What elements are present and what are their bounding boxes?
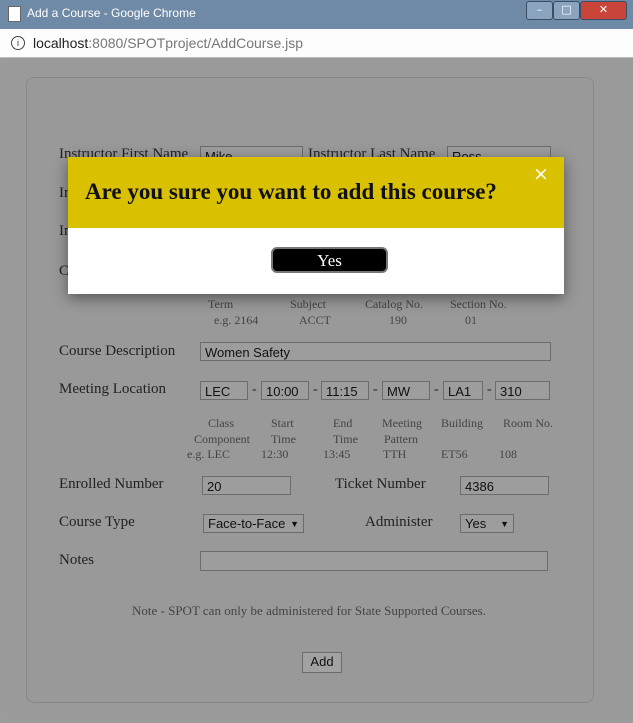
confirm-dialog: Are you sure you want to add this course… [68,157,564,294]
catalog-hint: Catalog No. [365,297,423,311]
pattern-example: TTH [383,447,407,461]
dropdown-arrow-icon: ▼ [500,519,509,529]
subject-hint: Subject [290,297,326,311]
administer-value: Yes [465,516,487,531]
close-icon[interactable]: × [533,163,549,185]
meeting-location-label: Meeting Location [59,381,167,397]
separator-dash: - [373,382,378,397]
info-icon[interactable]: i [11,36,25,50]
ticket-number-label: Ticket Number [335,476,426,492]
course-type-select[interactable]: Face-to-Face ▼ [203,514,304,533]
url-host: localhost [33,35,89,51]
end-example: 13:45 [323,447,351,461]
room-hint: Room No. [503,416,554,430]
url-text[interactable]: localhost:8080/SPOTproject/AddCourse.jsp [33,35,303,51]
class-hint: Class [208,416,235,430]
building-example: ET56 [441,447,468,461]
dialog-header: Are you sure you want to add this course… [68,157,564,228]
maximize-button[interactable]: □ [553,1,580,20]
notes-label: Notes [59,552,94,568]
term-example: e.g. 2164 [214,313,259,327]
meeting-hint: Meeting [382,416,422,430]
enrolled-number-input[interactable]: 20 [202,476,291,495]
separator-dash: - [487,382,492,397]
building-input[interactable]: LA1 [443,381,483,400]
separator-dash: - [313,382,318,397]
url-path: :8080/SPOTproject/AddCourse.jsp [88,35,304,51]
catalog-example: 190 [389,313,407,327]
notes-input[interactable] [200,551,548,571]
close-window-button[interactable]: ✕ [580,1,627,20]
component-input[interactable]: LEC [200,381,248,400]
start-example: 12:30 [261,447,289,461]
course-type-label: Course Type [59,514,135,530]
minimize-button[interactable]: – [526,1,553,20]
course-description-input[interactable]: Women Safety [200,342,551,361]
course-description-label: Course Description [59,343,176,359]
end-hint: End [333,416,353,430]
room-input[interactable]: 310 [495,381,550,400]
state-supported-note: Note - SPOT can only be administered for… [132,603,486,618]
separator-dash: - [434,382,439,397]
subject-example: ACCT [299,313,332,327]
dropdown-arrow-icon: ▼ [290,519,299,529]
ticket-number-input[interactable]: 4386 [460,476,549,495]
start-hint: Start [271,416,294,430]
component-example: e.g. LEC [187,447,230,461]
separator-dash: - [252,382,257,397]
building-hint: Building [441,416,484,430]
page-icon [8,6,21,22]
enrolled-number-label: Enrolled Number [59,476,164,492]
end-time-hint: Time [333,432,358,446]
end-time-input[interactable]: 11:15 [321,381,369,400]
section-hint: Section No. [450,297,507,311]
dialog-title: Are you sure you want to add this course… [85,179,497,204]
yes-button[interactable]: Yes [271,247,388,273]
term-hint: Term [208,297,234,311]
room-example: 108 [499,447,517,461]
administer-select[interactable]: Yes ▼ [460,514,514,533]
component-hint: Component [194,432,250,446]
start-time-hint: Time [271,432,296,446]
address-bar[interactable]: i localhost:8080/SPOTproject/AddCourse.j… [0,29,633,58]
add-button[interactable]: Add [302,652,342,673]
pattern-hint: Pattern [384,432,418,446]
window-titlebar: Add a Course - Google Chrome – □ ✕ [0,0,633,29]
administer-label: Administer [365,514,433,530]
pattern-input[interactable]: MW [382,381,430,400]
course-type-value: Face-to-Face [208,516,286,531]
start-time-input[interactable]: 10:00 [261,381,309,400]
section-example: 01 [465,313,477,327]
window-title: Add a Course - Google Chrome [27,6,196,20]
